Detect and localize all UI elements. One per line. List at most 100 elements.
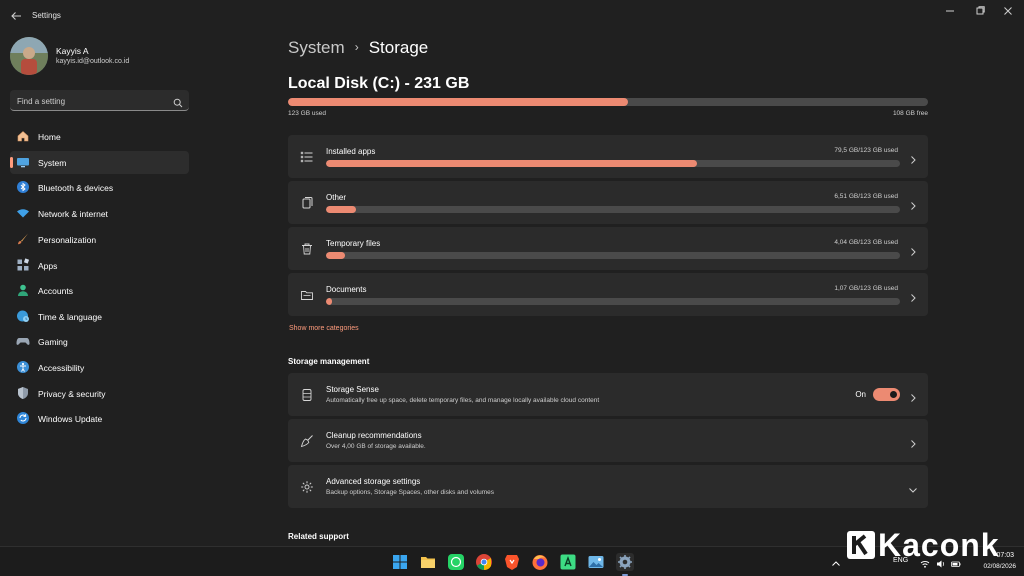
watermark-logo-icon [846, 530, 876, 560]
person-icon [16, 283, 30, 297]
sidebar-item-home[interactable]: Home [10, 125, 189, 148]
file-explorer-icon[interactable] [419, 553, 437, 571]
search-icon[interactable] [173, 95, 183, 108]
trash-icon [300, 242, 314, 256]
sidebar-item-time-language[interactable]: Time & language [10, 305, 189, 328]
clock-date[interactable]: 02/08/2026 [983, 563, 1016, 570]
sidebar-item-gaming[interactable]: Gaming [10, 330, 189, 353]
sidebar-item-label: Home [38, 132, 61, 142]
accessibility-icon [16, 360, 30, 374]
category-usage-fill [326, 298, 332, 305]
monitor-icon [16, 155, 30, 169]
category-usage: 4,04 GB/123 GB used [834, 239, 898, 246]
avatar[interactable] [10, 37, 48, 75]
sidebar-item-label: System [38, 158, 67, 168]
restore-icon[interactable] [972, 4, 988, 18]
disk-usage-fill [288, 98, 629, 106]
active-indicator [10, 157, 13, 168]
document-copy-icon [300, 196, 314, 210]
globe-clock-icon [16, 309, 30, 323]
sidebar-item-system[interactable]: System [10, 151, 189, 174]
category-usage-fill [326, 206, 357, 213]
cleanup-recommendations-row[interactable]: Cleanup recommendations Over 4,00 GB of … [288, 419, 928, 462]
category-documents[interactable]: Documents 1,07 GB/123 GB used [288, 273, 928, 316]
sidebar-item-label: Network & internet [38, 209, 108, 219]
category-usage: 6,51 GB/123 GB used [834, 193, 898, 200]
chevron-right-icon [908, 244, 918, 256]
watermark: Kaconk [846, 526, 1000, 564]
firefox-icon[interactable] [531, 553, 549, 571]
back-arrow-icon[interactable] [10, 9, 22, 21]
windows-start-icon[interactable] [391, 553, 409, 571]
whatsapp-icon[interactable] [447, 553, 465, 571]
sidebar-item-apps[interactable]: Apps [10, 254, 189, 277]
section-heading-related-support: Related support [288, 532, 349, 541]
sidebar-item-accessibility[interactable]: Accessibility [10, 356, 189, 379]
gear-icon [300, 480, 314, 494]
storage-sense-toggle[interactable] [873, 388, 900, 401]
storage-sense-row[interactable]: Storage Sense Automatically free up spac… [288, 373, 928, 416]
category-usage-fill [326, 252, 345, 259]
advanced-storage-description: Backup options, Storage Spaces, other di… [326, 489, 495, 496]
category-usage-bar [326, 252, 900, 259]
broom-icon [300, 434, 314, 448]
cleanup-title: Cleanup recommendations [326, 431, 422, 440]
category-title: Temporary files [326, 239, 381, 248]
sidebar-item-privacy[interactable]: Privacy & security [10, 382, 189, 405]
settings-app-icon[interactable] [616, 553, 634, 571]
advanced-storage-settings-row[interactable]: Advanced storage settings Backup options… [288, 465, 928, 508]
sidebar-item-accounts[interactable]: Accounts [10, 279, 189, 302]
chevron-right-icon [908, 436, 918, 448]
category-temporary-files[interactable]: Temporary files 4,04 GB/123 GB used [288, 227, 928, 270]
chrome-icon[interactable] [475, 553, 493, 571]
brush-icon [16, 232, 30, 246]
category-title: Other [326, 193, 347, 202]
category-installed-apps[interactable]: Installed apps 79,5 GB/123 GB used [288, 135, 928, 178]
advanced-storage-title: Advanced storage settings [326, 477, 421, 486]
category-usage: 1,07 GB/123 GB used [834, 285, 898, 292]
chevron-up-icon[interactable] [831, 556, 841, 566]
category-usage-bar [326, 206, 900, 213]
sidebar-item-personalization[interactable]: Personalization [10, 228, 189, 251]
disk-usage-bar [288, 98, 928, 106]
sidebar-item-label: Time & language [38, 312, 102, 322]
disk-title: Local Disk (C:) - 231 GB [288, 75, 470, 92]
drive-icon [300, 388, 314, 402]
chevron-down-icon [908, 482, 918, 493]
sidebar-item-network[interactable]: Network & internet [10, 202, 189, 225]
list-icon [300, 150, 314, 164]
home-icon [16, 129, 30, 143]
category-usage-bar [326, 160, 900, 167]
page-title: Storage [368, 38, 429, 57]
show-more-categories-link[interactable]: Show more categories [289, 325, 359, 332]
sidebar-item-bluetooth[interactable]: Bluetooth & devices [10, 176, 189, 199]
breadcrumb-parent[interactable]: System [288, 38, 345, 57]
android-studio-icon[interactable] [559, 553, 577, 571]
sidebar-item-label: Accessibility [38, 363, 85, 373]
brave-icon[interactable] [503, 553, 521, 571]
section-heading-storage-management: Storage management [288, 357, 370, 366]
cleanup-description: Over 4,00 GB of storage available. [326, 443, 426, 450]
sidebar-item-windows-update[interactable]: Windows Update [10, 407, 189, 430]
search-input[interactable] [17, 95, 167, 107]
watermark-text: Kaconk [878, 526, 1000, 563]
chevron-right-icon [908, 290, 918, 302]
category-other[interactable]: Other 6,51 GB/123 GB used [288, 181, 928, 224]
minimize-icon[interactable] [942, 4, 958, 18]
sidebar-item-label: Personalization [38, 235, 97, 245]
storage-sense-title: Storage Sense [326, 385, 379, 394]
folder-icon [300, 288, 314, 302]
photos-icon[interactable] [587, 553, 605, 571]
sidebar-item-label: Gaming [38, 337, 68, 347]
category-usage-bar [326, 298, 900, 305]
disk-free-label: 108 GB free [892, 110, 928, 117]
search-box[interactable] [10, 90, 189, 111]
sidebar-item-label: Apps [38, 261, 58, 271]
close-icon[interactable] [1000, 4, 1016, 18]
category-usage-fill [326, 160, 697, 167]
breadcrumb-separator: › [354, 40, 359, 54]
apps-icon [16, 258, 30, 272]
sidebar-item-label: Windows Update [38, 414, 103, 424]
sidebar-item-label: Accounts [38, 286, 73, 296]
disk-used-label: 123 GB used [288, 110, 326, 117]
